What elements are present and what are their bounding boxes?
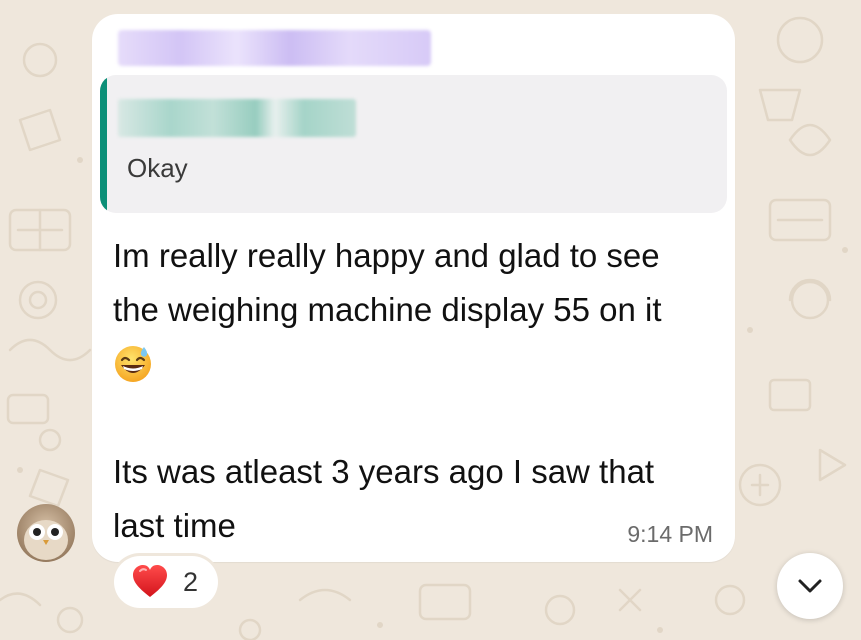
- grinning-face-with-sweat-icon: [115, 346, 151, 382]
- message-line: Its was atleast 3 years ago I saw that: [113, 453, 655, 490]
- quoted-reply[interactable]: Okay: [100, 75, 727, 213]
- reaction-pill[interactable]: 2: [114, 556, 218, 608]
- message-bubble[interactable]: Okay Im really really happy and glad to …: [92, 14, 735, 562]
- sender-name-redacted: [118, 30, 431, 66]
- message-line: [113, 391, 718, 445]
- quoted-author-redacted: [118, 99, 356, 137]
- message-text: Im really really happy and glad to see th…: [113, 229, 718, 553]
- message-emoji-line: [113, 337, 718, 391]
- owl-icon: [17, 504, 75, 562]
- message-line: Im really really happy and glad to see: [113, 237, 660, 274]
- owl-avatar[interactable]: [17, 504, 75, 562]
- scroll-to-bottom-button[interactable]: [777, 553, 843, 619]
- red-heart-icon: [133, 565, 167, 597]
- chevron-down-icon: [798, 579, 822, 593]
- quoted-text: Okay: [127, 153, 188, 183]
- quote-accent-bar: [100, 75, 107, 213]
- message-line: the weighing machine display 55 on it: [113, 291, 662, 328]
- reaction-count: 2: [183, 567, 199, 597]
- message-timestamp: 9:14 PM: [627, 521, 713, 547]
